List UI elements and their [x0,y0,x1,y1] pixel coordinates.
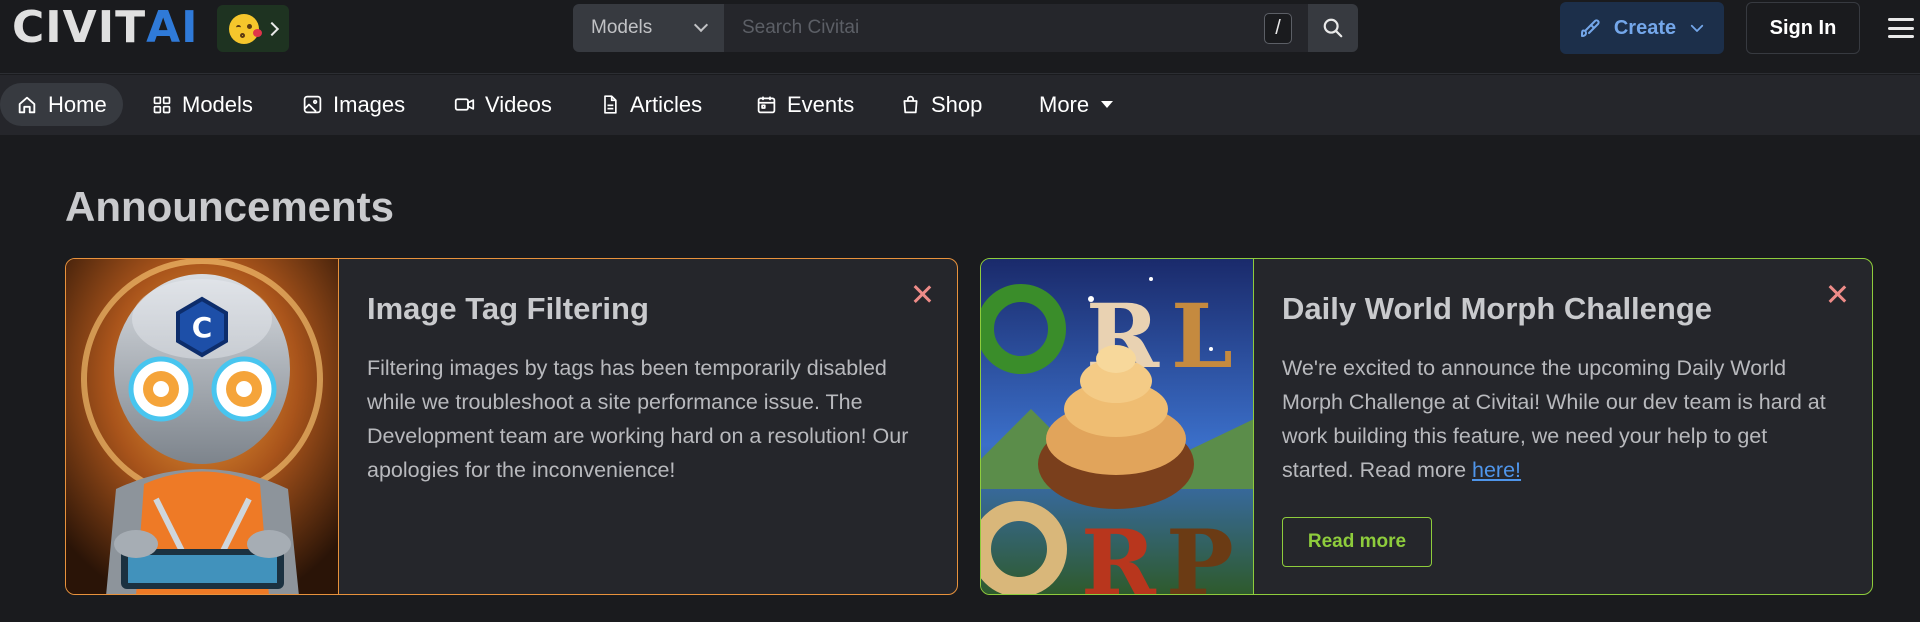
video-icon [454,98,475,111]
search-input[interactable] [724,4,1308,52]
svg-text:C: C [192,311,213,344]
nav-item-more[interactable]: More [1023,83,1129,126]
kissing-face-emoji-icon [229,13,262,44]
logo-text-civit: CIVIT [12,2,147,53]
chevron-down-icon [693,17,709,33]
announcement-card-tag-filtering: C Image Tag Filtering Filtering images b… [65,258,958,595]
create-button[interactable]: Create [1560,2,1724,54]
photo-icon [303,95,322,114]
card-body: Daily World Morph Challenge We're excite… [1254,259,1872,594]
card-text-body: We're excited to announce the upcoming D… [1282,356,1826,483]
announcement-card-world-morph: R L R P Daily World Morph Challenge We'r… [980,258,1873,595]
nav-item-home[interactable]: Home [0,83,123,126]
nav-label-videos: Videos [485,91,552,117]
file-text-icon [604,95,617,114]
card-title: Daily World Morph Challenge [1282,291,1713,326]
caret-down-icon [1101,101,1114,108]
svg-text:R: R [1081,510,1157,594]
nav-label-shop: Shop [931,91,983,117]
shopping-bag-icon [903,95,918,114]
card-body: Image Tag Filtering Filtering images by … [339,259,957,594]
close-icon[interactable] [909,281,935,307]
card-text: We're excited to announce the upcoming D… [1282,351,1842,487]
main-nav: Home Models Images Videos Articles Event… [0,75,1920,135]
nav-item-events[interactable]: Events [740,83,870,126]
civitai-logo[interactable]: CIVIT AI [12,6,199,50]
sign-in-button[interactable]: Sign In [1746,2,1860,54]
search-shortcut-key: / [1264,13,1292,44]
svg-text:P: P [1166,510,1234,594]
brush-icon [1580,19,1600,37]
world-morph-challenge-image: R L R P [981,259,1254,594]
nav-label-articles: Articles [630,91,703,117]
logo-text-ai: AI [146,2,199,53]
emoji-menu-button[interactable] [217,5,289,52]
read-more-button[interactable]: Read more [1282,517,1432,568]
create-label: Create [1613,16,1677,39]
read-more-link[interactable]: here! [1472,458,1521,482]
nav-item-articles[interactable]: Articles [584,83,718,126]
nav-item-shop[interactable]: Shop [884,83,998,126]
nav-label-models: Models [182,91,253,117]
search-type-value: Models [591,17,653,38]
nav-label-images: Images [333,91,406,117]
home-icon [18,96,36,113]
calendar-icon [757,96,776,114]
nav-label-home: Home [48,91,107,117]
search-type-select[interactable]: Models [573,4,724,52]
hamburger-menu-icon[interactable] [1888,18,1914,38]
search-icon [1323,18,1343,38]
nav-item-videos[interactable]: Videos [438,83,568,126]
grid-icon [153,96,171,113]
robot-mascot-image: C [66,259,339,594]
close-icon[interactable] [1824,281,1850,307]
page-title: Announcements [65,183,395,230]
chevron-down-icon [1690,24,1704,32]
card-title: Image Tag Filtering [367,291,649,326]
card-text: Filtering images by tags has been tempor… [367,356,909,483]
nav-label-more: More [1039,91,1090,117]
nav-item-images[interactable]: Images [286,83,421,126]
svg-text:L: L [1171,284,1233,388]
search-bar: Models / [573,4,1358,52]
search-field: / [724,4,1308,52]
nav-item-models[interactable]: Models [136,83,269,126]
nav-label-events: Events [787,91,855,117]
top-header: CIVITAI Models / Create Sign In [0,0,1920,74]
search-button[interactable] [1308,4,1358,52]
chevron-right-icon [264,21,280,36]
